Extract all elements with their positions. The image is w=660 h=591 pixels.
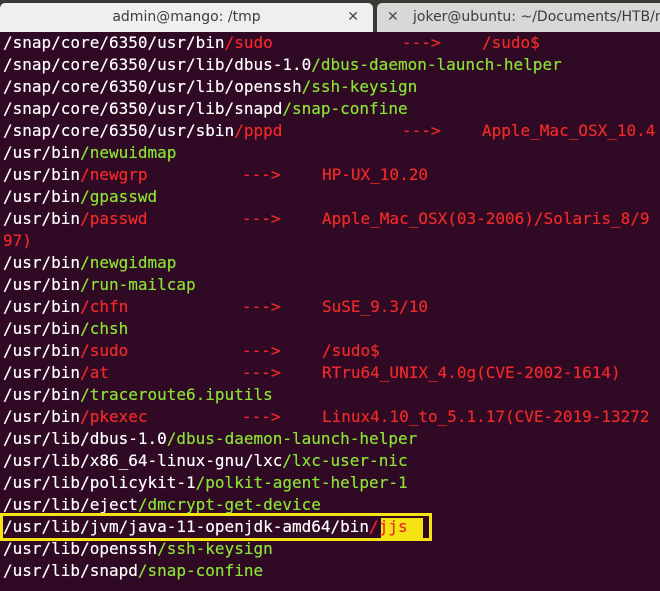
line-binary: /chsh <box>80 319 129 338</box>
terminal-line: /usr/bin/sudo <box>3 340 128 362</box>
line-binary: /at <box>80 363 109 382</box>
line-binary: /pppd <box>234 121 283 140</box>
terminal-line: /usr/lib/x86_64-linux-gnu/lxc/lxc-user-n… <box>3 450 408 472</box>
line-path: /usr/lib/snapd <box>3 561 138 580</box>
line-path: /usr/bin <box>3 319 81 338</box>
terminal-line: /snap/core/6350/usr/lib/dbus-1.0/dbus-da… <box>3 54 562 76</box>
line-binary: /dbus-daemon-launch-helper <box>166 429 418 448</box>
line-path: /usr/lib/policykit-1 <box>3 473 196 492</box>
terminal-line: /usr/bin/pkexec <box>3 406 148 428</box>
line-arrow: ---> <box>402 33 441 52</box>
line-binary: /traceroute6.iputils <box>80 385 273 404</box>
line-binary: /sudo <box>224 33 273 52</box>
tab-title: admin@mango: /tmp <box>112 9 261 25</box>
terminal-line: /usr/bin/chfn <box>3 296 128 318</box>
terminal-line: /snap/core/6350/usr/lib/snapd/snap-confi… <box>3 98 408 120</box>
terminal-line: /snap/core/6350/usr/bin/sudo <box>3 32 273 54</box>
line-binary: /snap-confine <box>137 561 264 580</box>
terminal-line: /usr/bin/chsh <box>3 318 128 340</box>
terminal-line: /usr/lib/eject/dmcrypt-get-device <box>3 494 321 516</box>
line-exploit-hint: HP-UX_10.20 <box>322 165 428 184</box>
line-binary: /pkexec <box>80 407 148 426</box>
line-binary: /ssh-keysign <box>157 539 273 558</box>
line-path: /snap/core/6350/usr/lib/snapd <box>3 99 283 118</box>
line-path: /usr/lib/eject <box>3 495 138 514</box>
line-path: /snap/core/6350/usr/sbin <box>3 121 235 140</box>
terminal-line: /usr/bin/traceroute6.iputils <box>3 384 273 406</box>
line-path: /usr/lib/openssh <box>3 539 158 558</box>
terminal-line: /usr/lib/policykit-1/polkit-agent-helper… <box>3 472 408 494</box>
terminal-tab-bar: admin@mango: /tmp ✕ ✕ joker@ubuntu: ~/Do… <box>0 0 660 32</box>
terminal-line: /usr/bin/run-mailcap <box>3 274 196 296</box>
line-path: /usr/lib/dbus-1.0 <box>3 429 167 448</box>
line-exploit-hint: 97) <box>3 231 32 250</box>
line-binary: /ssh-keysign <box>301 77 418 96</box>
terminal-output[interactable]: /snap/core/6350/usr/bin/sudo ---> /sudo$ /s… <box>0 32 660 591</box>
terminal-line: /usr/lib/snapd/snap-confine <box>3 560 263 582</box>
line-exploit-hint: Apple_Mac_OSX(03-2006)/Solaris_8/9 <box>322 209 650 228</box>
line-binary: /passwd <box>80 209 148 228</box>
line-path: /usr/bin <box>3 407 81 426</box>
line-path: /snap/core/6350/usr/lib/dbus-1.0 <box>3 55 312 74</box>
line-exploit-hint: RTru64_UNIX_4.0g(CVE-2002-1614) <box>322 363 621 382</box>
line-binary: /dmcrypt-get-device <box>137 495 321 514</box>
line-arrow: ---> <box>242 209 281 228</box>
line-exploit-hint: SuSE_9.3/10 <box>322 297 428 316</box>
line-binary: /snap-confine <box>282 99 408 118</box>
line-path: /usr/bin <box>3 363 81 382</box>
line-arrow: ---> <box>242 297 281 316</box>
terminal-line: /usr/bin/newgrp <box>3 164 148 186</box>
line-path: /usr/bin <box>3 297 81 316</box>
line-exploit-hint: /sudo$ <box>482 33 540 52</box>
line-binary: /gpasswd <box>80 187 158 206</box>
line-path: /usr/lib/x86_64-linux-gnu/lxc <box>3 451 283 470</box>
line-path: /snap/core/6350/usr/bin <box>3 33 225 52</box>
line-path: /usr/bin <box>3 341 81 360</box>
terminal-line: /usr/lib/openssh/ssh-keysign <box>3 538 273 560</box>
terminal-line: /usr/bin/newgidmap <box>3 252 176 274</box>
tab-title: joker@ubuntu: ~/Documents/HTB/m <box>413 9 660 25</box>
terminal-line: /usr/bin/newuidmap <box>3 142 176 164</box>
line-arrow: ---> <box>242 363 281 382</box>
terminal-line: /usr/bin/gpasswd <box>3 186 157 208</box>
line-binary: /polkit-agent-helper-1 <box>195 473 408 492</box>
tab-joker-ubuntu[interactable]: ✕ joker@ubuntu: ~/Documents/HTB/m <box>377 3 660 32</box>
line-path: /snap/core/6350/usr/lib/openssh <box>3 77 302 96</box>
line-arrow: ---> <box>242 341 281 360</box>
line-path: /usr/bin <box>3 165 81 184</box>
line-path: /usr/bin <box>3 143 81 162</box>
close-icon[interactable]: ✕ <box>347 3 359 32</box>
line-exploit-hint: Apple_Mac_OSX_10.4 <box>482 121 656 140</box>
terminal-line: /usr/bin/passwd <box>3 208 148 230</box>
terminal-line: /usr/lib/dbus-1.0/dbus-daemon-launch-hel… <box>3 428 417 450</box>
line-binary: /newuidmap <box>80 143 177 162</box>
line-exploit-hint: Linux4.10_to_5.1.17(CVE-2019-13272 <box>322 407 650 426</box>
line-path: /usr/bin <box>3 385 81 404</box>
line-arrow: ---> <box>402 121 441 140</box>
line-binary: /jjs <box>369 517 408 536</box>
close-icon[interactable]: ✕ <box>387 3 399 32</box>
terminal-line-highlighted: /usr/lib/jvm/java-11-openjdk-amd64/bin/j… <box>3 516 408 538</box>
tab-admin-mango[interactable]: admin@mango: /tmp ✕ <box>0 3 373 32</box>
line-arrow: ---> <box>242 165 281 184</box>
line-path: /usr/bin <box>3 187 81 206</box>
line-binary: /newgidmap <box>80 253 177 272</box>
terminal-line: /usr/bin/at <box>3 362 109 384</box>
line-path: /usr/bin <box>3 209 81 228</box>
line-arrow: ---> <box>242 407 281 426</box>
line-path: /usr/bin <box>3 275 81 294</box>
line-path: /usr/bin <box>3 253 81 272</box>
line-binary: /sudo <box>80 341 129 360</box>
line-binary: /dbus-daemon-launch-helper <box>311 55 562 74</box>
line-binary: /run-mailcap <box>80 275 196 294</box>
line-binary: /newgrp <box>80 165 148 184</box>
line-binary: /chfn <box>80 297 129 316</box>
line-path: /usr/lib/jvm/java-11-openjdk-amd64/bin <box>3 517 370 536</box>
line-binary: /lxc-user-nic <box>282 451 408 470</box>
terminal-line: /snap/core/6350/usr/lib/openssh/ssh-keys… <box>3 76 417 98</box>
line-exploit-hint: /sudo$ <box>322 341 380 360</box>
terminal-line: /snap/core/6350/usr/sbin/pppd <box>3 120 282 142</box>
